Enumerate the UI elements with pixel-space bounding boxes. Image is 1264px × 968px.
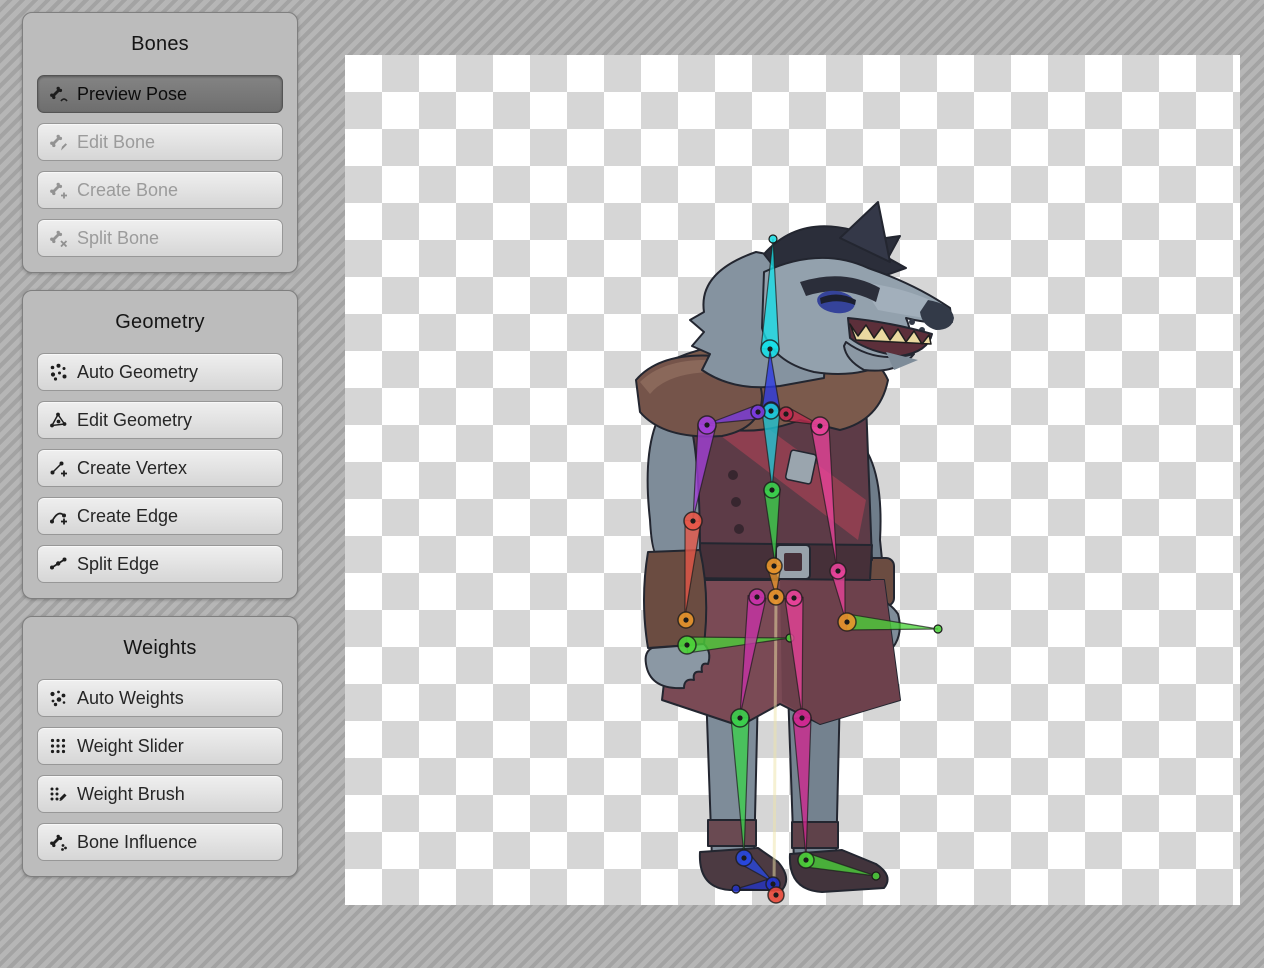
- edit-bone-icon: [48, 132, 68, 152]
- tool-button-label: Split Edge: [77, 554, 159, 575]
- tool-button-edit-geometry[interactable]: Edit Geometry: [37, 401, 283, 439]
- tool-button-create-edge[interactable]: Create Edge: [37, 497, 283, 535]
- split-bone-icon: [48, 228, 68, 248]
- edit-geometry-icon: [48, 410, 68, 430]
- geometry-panel-title: Geometry: [23, 309, 297, 335]
- tool-button-label: Edit Bone: [77, 132, 155, 153]
- tool-button-label: Preview Pose: [77, 84, 187, 105]
- create-bone-icon: [48, 180, 68, 200]
- bone-influence-icon: [48, 832, 68, 852]
- tool-button-weight-brush[interactable]: Weight Brush: [37, 775, 283, 813]
- create-vertex-icon: [48, 458, 68, 478]
- weights-panel-title: Weights: [23, 635, 297, 661]
- split-edge-icon: [48, 554, 68, 574]
- weight-brush-icon: [48, 784, 68, 804]
- tool-button-create-vertex[interactable]: Create Vertex: [37, 449, 283, 487]
- tool-button-label: Create Bone: [77, 180, 178, 201]
- tool-button-bone-influence[interactable]: Bone Influence: [37, 823, 283, 861]
- tool-button-label: Create Vertex: [77, 458, 187, 479]
- preview-pose-icon: [48, 84, 68, 104]
- bones-panel-title: Bones: [23, 31, 297, 57]
- create-edge-icon: [48, 506, 68, 526]
- tool-button-create-bone: Create Bone: [37, 171, 283, 209]
- tool-button-label: Weight Brush: [77, 784, 185, 805]
- tool-button-split-bone: Split Bone: [37, 219, 283, 257]
- tool-button-label: Weight Slider: [77, 736, 184, 757]
- skinning-editor-window: Bones Preview Pose Edit Bone Create Bone Sp…: [0, 0, 1264, 968]
- tool-button-auto-geometry[interactable]: Auto Geometry: [37, 353, 283, 391]
- tool-button-label: Auto Geometry: [77, 362, 198, 383]
- tool-button-auto-weights[interactable]: Auto Weights: [37, 679, 283, 717]
- tool-button-label: Edit Geometry: [77, 410, 192, 431]
- tool-button-split-edge[interactable]: Split Edge: [37, 545, 283, 583]
- weight-slider-icon: [48, 736, 68, 756]
- tool-button-label: Split Bone: [77, 228, 159, 249]
- weights-panel: Weights Auto Weights Weight Slider Weight …: [22, 616, 298, 877]
- tool-button-weight-slider[interactable]: Weight Slider: [37, 727, 283, 765]
- tool-button-label: Bone Influence: [77, 832, 197, 853]
- auto-weights-icon: [48, 688, 68, 708]
- geometry-panel: Geometry Auto Geometry Edit Geometry Creat…: [22, 290, 298, 599]
- tool-button-label: Create Edge: [77, 506, 178, 527]
- tool-button-preview-pose[interactable]: Preview Pose: [37, 75, 283, 113]
- auto-geometry-icon: [48, 362, 68, 382]
- canvas-viewport[interactable]: [345, 55, 1240, 905]
- bones-panel: Bones Preview Pose Edit Bone Create Bone Sp…: [22, 12, 298, 273]
- tool-button-label: Auto Weights: [77, 688, 184, 709]
- tool-button-edit-bone: Edit Bone: [37, 123, 283, 161]
